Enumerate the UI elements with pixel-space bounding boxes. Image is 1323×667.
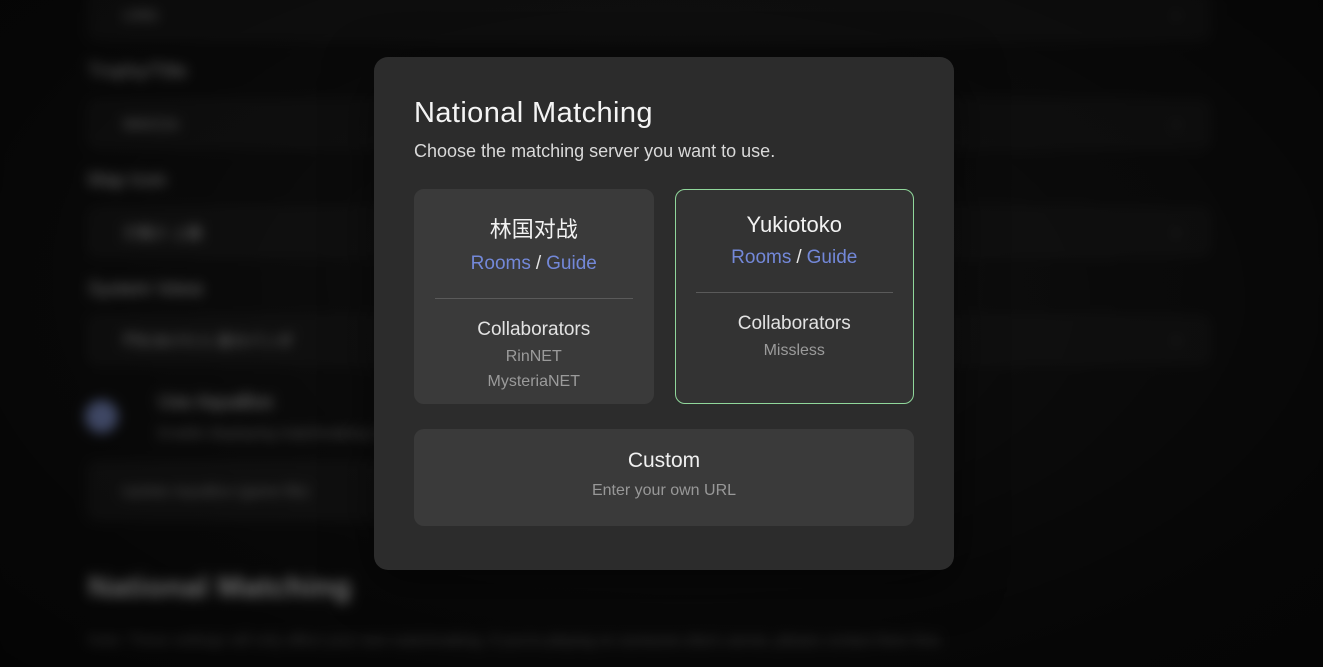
server-options: 林国对战 Rooms/Guide Collaborators RinNET My… [414, 189, 914, 404]
collaborator-name: RinNET [415, 348, 653, 366]
modal-subtitle: Choose the matching server you want to u… [414, 141, 914, 162]
custom-card-title: Custom [414, 449, 914, 473]
divider [696, 292, 894, 293]
divider [435, 298, 633, 299]
national-matching-modal: National Matching Choose the matching se… [374, 57, 954, 570]
collaborators-label: Collaborators [676, 313, 914, 335]
server-links: Rooms/ Guide [676, 247, 914, 269]
guide-link[interactable]: Guide [807, 247, 858, 268]
server-card-linguo[interactable]: 林国对战 Rooms/Guide Collaborators RinNET My… [414, 189, 654, 404]
rooms-link[interactable]: Rooms [471, 253, 531, 274]
server-links: Rooms/Guide [415, 253, 653, 275]
collaborators-label: Collaborators [415, 319, 653, 341]
modal-title: National Matching [414, 97, 914, 130]
rooms-link[interactable]: Rooms [731, 247, 791, 268]
custom-card-subtitle: Enter your own URL [414, 482, 914, 500]
collaborator-name: MysteriaNET [415, 373, 653, 391]
collaborator-name: Missless [676, 342, 914, 360]
link-separator: / [796, 247, 801, 268]
guide-link[interactable]: Guide [546, 253, 597, 274]
page: LING › Trophy/Title WACCA › Map Icon 刃電さ… [0, 0, 1323, 667]
link-separator: / [536, 253, 541, 274]
server-card-yukiotoko-selected[interactable]: Yukiotoko Rooms/ Guide Collaborators Miss… [675, 189, 915, 404]
server-name: 林国对战 [415, 212, 653, 244]
custom-server-card[interactable]: Custom Enter your own URL [414, 429, 914, 526]
server-name: Yukiotoko [676, 212, 914, 238]
